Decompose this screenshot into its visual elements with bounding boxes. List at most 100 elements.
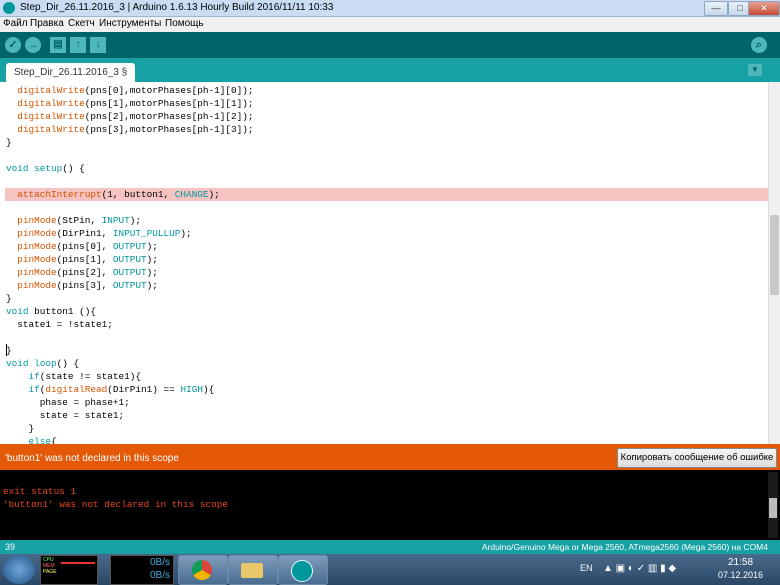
copy-error-button[interactable]: Копировать сообщение об ошибке [617, 448, 777, 468]
code-token: ); [208, 189, 220, 200]
code-line: } [6, 292, 12, 305]
code-token: ); [180, 228, 192, 239]
code-token: (pins[2], [56, 267, 113, 278]
minimize-button[interactable]: — [704, 1, 728, 16]
code-token: CHANGE [174, 189, 209, 200]
console-line: 'button1' was not declared in this scope [3, 499, 229, 510]
status-bar: 39 Arduino/Genuino Mega or Mega 2560, AT… [0, 540, 780, 554]
code-token: ); [129, 215, 142, 226]
code-token: ); [146, 241, 158, 252]
code-token: (DirPin1) == [107, 384, 181, 395]
code-line: digitalWrite(pns[0],motorPhases[ph-1][0]… [6, 84, 253, 97]
code-token: pinMode [6, 228, 57, 239]
code-line: else{ [6, 435, 57, 444]
taskbar-chrome[interactable] [178, 555, 228, 585]
system-monitor-gadget: CPU MEM PAGE [40, 555, 98, 585]
code-line: pinMode(pins[1], OUTPUT); [6, 253, 158, 266]
language-indicator[interactable]: EN [580, 563, 593, 573]
close-button[interactable]: ✕ [748, 1, 780, 16]
code-token: (StPin, [56, 215, 102, 226]
code-line: digitalWrite(pns[1],motorPhases[ph-1][1]… [6, 97, 254, 110]
code-token: () { [56, 358, 80, 369]
verify-icon[interactable]: ✓ [5, 37, 21, 53]
code-token: () { [62, 163, 85, 174]
serial-monitor-icon[interactable]: ⌕ [751, 37, 767, 53]
code-token: OUTPUT [112, 267, 147, 278]
save-sketch-icon[interactable]: ↓ [90, 37, 106, 53]
code-token: pinMode [6, 215, 57, 226]
code-line: phase = phase+1; [6, 396, 130, 409]
menu-sketch[interactable]: Скетч [68, 18, 95, 29]
open-sketch-icon[interactable]: ↑ [70, 37, 86, 53]
code-token: ); [146, 280, 158, 291]
code-token: } [6, 423, 35, 434]
title-bar: Step_Dir_26.11.2016_3 | Arduino 1.6.13 H… [0, 0, 780, 17]
gadget-graph [61, 562, 95, 564]
code-token: state1 = !state1; [6, 319, 113, 330]
start-button-icon[interactable] [3, 555, 35, 584]
code-token: digitalWrite [6, 124, 85, 135]
code-token: ); [146, 267, 158, 278]
gadget-label-page: PAGE [43, 569, 57, 575]
taskbar-arduino[interactable] [278, 555, 328, 585]
net-rate-1: 0B/s [149, 557, 170, 568]
new-sketch-icon[interactable]: ▤ [50, 37, 66, 53]
clock-time[interactable]: 21:58 [728, 557, 753, 568]
editor-scrollbar[interactable] [768, 82, 780, 444]
editor-scroll-thumb[interactable] [770, 215, 779, 295]
code-line: digitalWrite(pns[3],motorPhases[ph-1][3]… [6, 123, 254, 136]
code-token: } [6, 137, 12, 148]
menu-tools[interactable]: Инструменты [99, 18, 161, 29]
error-message: 'button1' was not declared in this scope [5, 453, 179, 464]
net-rate-2: 0B/s [149, 570, 170, 581]
code-token: (pins[0], [56, 241, 113, 252]
code-line: void button1 (){ [6, 305, 96, 318]
arduino-app-icon [3, 2, 15, 14]
code-token: (DirPin1, [56, 228, 113, 239]
clock-date[interactable]: 07.12.2016 [718, 570, 763, 580]
code-line: pinMode(pins[3], OUTPUT); [6, 279, 158, 292]
code-token: (1, button1, [101, 189, 175, 200]
code-line: if(state != state1){ [6, 370, 142, 383]
code-token: pinMode [6, 254, 57, 265]
code-token: ){ [202, 384, 215, 395]
code-token: ); [146, 254, 158, 265]
text-cursor [6, 344, 7, 356]
code-token: OUTPUT [112, 241, 147, 252]
code-line: attachInterrupt(1, button1, CHANGE); [6, 188, 220, 201]
board-info: Arduino/Genuino Mega or Mega 2560, ATmeg… [481, 542, 768, 552]
code-token: OUTPUT [112, 254, 147, 265]
code-token: (pns[1],motorPhases[ph-1][1]); [84, 98, 254, 109]
code-line: void loop() { [6, 357, 79, 370]
menu-edit[interactable]: Правка [30, 18, 64, 29]
code-token: setup [34, 163, 63, 174]
tab-menu-chevron-icon[interactable]: ▼ [748, 64, 762, 76]
code-token: if [6, 384, 40, 395]
menu-file[interactable]: Файл [3, 18, 28, 29]
taskbar-explorer[interactable] [228, 555, 278, 585]
line-number: 39 [5, 542, 16, 552]
folder-icon [241, 563, 263, 578]
code-token: else [6, 436, 52, 444]
console-scrollbar[interactable] [768, 472, 778, 538]
tab-sketch[interactable]: Step_Dir_26.11.2016_3 § [6, 63, 136, 82]
code-editor[interactable]: digitalWrite(pns[0],motorPhases[ph-1][0]… [0, 82, 768, 444]
menu-bar: Файл Правка Скетч Инструменты Помощь [0, 17, 780, 32]
code-token: pinMode [6, 267, 57, 278]
code-token: digitalRead [45, 384, 108, 395]
upload-icon[interactable]: → [25, 37, 41, 53]
code-token: (pns[2],motorPhases[ph-1][2]); [84, 111, 254, 122]
tray-icons[interactable]: ▲ ▣ ◐ ✓ ▥ ▮ ◆ [603, 563, 676, 574]
code-token: } [6, 293, 12, 304]
window-title: Step_Dir_26.11.2016_3 | Arduino 1.6.13 H… [20, 2, 334, 13]
code-token: if [6, 371, 40, 382]
code-line: digitalWrite(pns[2],motorPhases[ph-1][2]… [6, 110, 254, 123]
code-token: (pns[3],motorPhases[ph-1][3]); [84, 124, 254, 135]
code-token: void [6, 163, 29, 174]
menu-help[interactable]: Помощь [165, 18, 204, 29]
code-token: void [6, 306, 29, 317]
network-monitor-gadget: 0B/s 0B/s [110, 555, 174, 585]
console-scroll-thumb[interactable] [769, 498, 777, 518]
code-token: OUTPUT [112, 280, 147, 291]
code-token: loop [34, 358, 57, 369]
